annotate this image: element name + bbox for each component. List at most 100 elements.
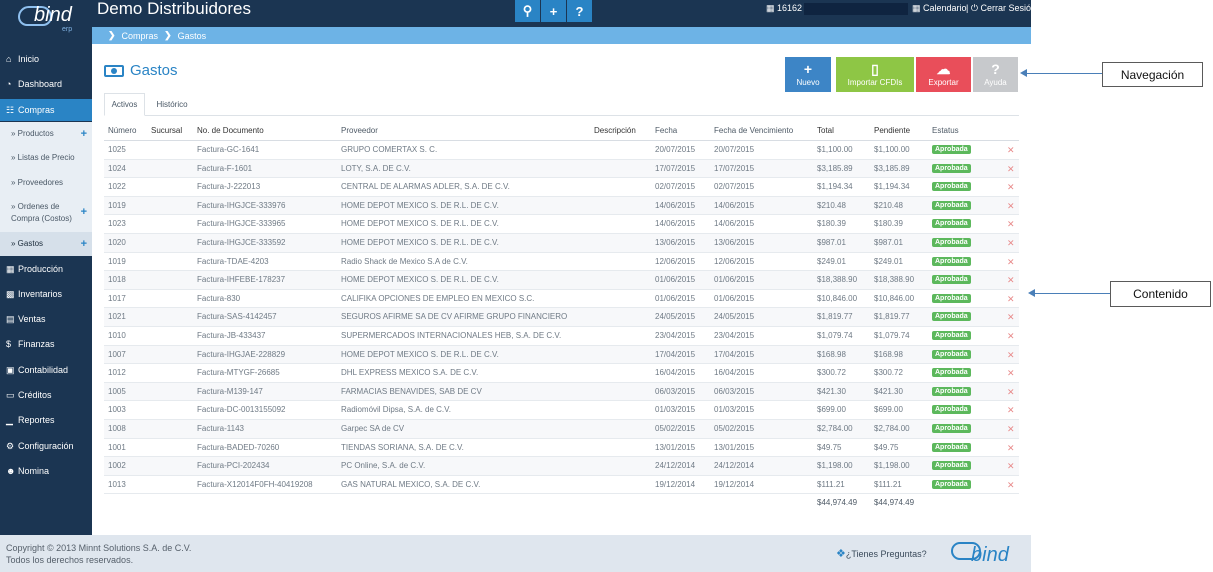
delete-icon[interactable]: ✕ <box>1007 182 1015 193</box>
delete-icon[interactable]: ✕ <box>1007 387 1015 398</box>
add-orden-icon[interactable]: + <box>81 206 87 218</box>
col-header-descripcion[interactable]: Descripción <box>594 126 636 135</box>
importar-cfdis-button[interactable]: ▯ Importar CFDIs <box>836 57 914 92</box>
breadcrumb-compras[interactable]: Compras <box>122 31 159 41</box>
tab-activos[interactable]: Activos <box>104 93 145 116</box>
delete-icon[interactable]: ✕ <box>1007 405 1015 416</box>
help-button[interactable]: ? <box>567 0 593 22</box>
col-header-numero[interactable]: Número <box>108 126 136 135</box>
sidebar-subitem-productos[interactable]: » Productos + <box>0 122 92 146</box>
nuevo-button[interactable]: + Nuevo <box>785 57 831 92</box>
table-row[interactable]: 1018 Factura-IHFEBE-178237 HOME DEPOT MEXI… <box>104 271 1019 290</box>
table-row[interactable]: 1007 Factura-IHGJAE-228829 HOME DEPOT MEXI… <box>104 345 1019 365</box>
sidebar-item-ventas[interactable]: ▤ Ventas <box>0 310 92 328</box>
delete-icon[interactable]: ✕ <box>1007 424 1015 435</box>
delete-icon[interactable]: ✕ <box>1007 480 1015 491</box>
delete-icon[interactable]: ✕ <box>1007 164 1015 175</box>
sidebar-item-contabilidad[interactable]: ▣ Contabilidad <box>0 361 92 379</box>
col-header-proveedor[interactable]: Proveedor <box>341 126 378 135</box>
delete-icon[interactable]: ✕ <box>1007 461 1015 472</box>
logout-link[interactable]: | ⏻ Cerrar Sesión <box>966 3 1036 14</box>
sidebar-subitem-proveedores[interactable]: » Proveedores <box>0 170 92 195</box>
delete-icon[interactable]: ✕ <box>1007 145 1015 156</box>
add-productos-icon[interactable]: + <box>81 122 87 146</box>
brand-logo[interactable]: bind erp <box>0 0 92 38</box>
cell-proveedor: HOME DEPOT MEXICO S. DE R.L. DE C.V. <box>341 219 499 229</box>
delete-icon[interactable]: ✕ <box>1007 219 1015 230</box>
table-row[interactable]: 1022 Factura-J-222013 CENTRAL DE ALARMAS A… <box>104 178 1019 197</box>
col-header-vencimiento[interactable]: Fecha de Vencimiento <box>714 126 793 135</box>
delete-icon[interactable]: ✕ <box>1007 257 1015 268</box>
add-gasto-icon[interactable]: + <box>81 232 87 256</box>
top-search-input[interactable] <box>804 3 908 15</box>
sidebar-item-inicio[interactable]: ⌂ Inicio <box>0 50 92 68</box>
sidebar-item-configuracion[interactable]: ⚙ Configuración <box>0 437 92 455</box>
cell-documento: Factura-F-1601 <box>197 163 253 173</box>
table-row[interactable]: 1012 Factura-MTYGF-26685 DHL EXPRESS MEXIC… <box>104 364 1019 383</box>
table-row[interactable]: 1001 Factura-BADED-70260 TIENDAS SORIANA, … <box>104 439 1019 458</box>
search-button[interactable]: ⚲ <box>515 0 541 22</box>
table-row[interactable]: 1020 Factura-IHGJCE-333592 HOME DEPOT MEXI… <box>104 233 1019 253</box>
cell-pendiente: $10,846.00 <box>874 293 915 303</box>
table-row[interactable]: 1003 Factura-DC-0013155092 Radiomóvil Dips… <box>104 401 1019 420</box>
cell-total: $1,194.34 <box>817 182 853 192</box>
cell-fecha: 05/02/2015 <box>655 423 696 433</box>
delete-icon[interactable]: ✕ <box>1007 331 1015 342</box>
tab-historico[interactable]: Histórico <box>147 93 197 116</box>
table-row[interactable]: 1010 Factura-JB-433437 SUPERMERCADOS INTER… <box>104 327 1019 346</box>
dashboard-icon: ◔ <box>6 79 12 89</box>
cell-fecha: 16/04/2015 <box>655 368 696 378</box>
cell-documento: Factura-SAS-4142457 <box>197 312 277 322</box>
status-cell: Aprobada <box>932 256 971 266</box>
delete-icon[interactable]: ✕ <box>1007 312 1015 323</box>
table-row[interactable]: 1025 Factura-GC-1641 GRUPO COMERTAX S. C. 2… <box>104 141 1019 160</box>
sidebar-item-nomina[interactable]: ☻ Nomina <box>0 462 92 480</box>
table-row[interactable]: 1017 Factura-830 CALIFIKA OPCIONES DE EMPL… <box>104 290 1019 309</box>
ayuda-button[interactable]: ? Ayuda <box>973 57 1018 92</box>
delete-icon[interactable]: ✕ <box>1007 238 1015 249</box>
cell-vencimiento: 12/06/2015 <box>714 256 755 266</box>
sidebar-item-produccion[interactable]: ▦ Producción <box>0 260 92 278</box>
table-row[interactable]: 1013 Factura-X12014F0FH-40419208 GAS NATUR… <box>104 476 1019 495</box>
delete-icon[interactable]: ✕ <box>1007 294 1015 305</box>
delete-icon[interactable]: ✕ <box>1007 443 1015 454</box>
col-header-sucursal[interactable]: Sucursal <box>151 126 182 135</box>
tienes-preguntas-link[interactable]: ❖¿Tienes Preguntas? <box>836 547 927 560</box>
col-header-estatus[interactable]: Estatus <box>932 126 959 135</box>
sidebar-item-inventarios[interactable]: ▩ Inventarios <box>0 285 92 303</box>
add-button[interactable]: + <box>541 0 567 22</box>
col-header-fecha[interactable]: Fecha <box>655 126 677 135</box>
sidebar-subitem-listas-precio[interactable]: » Listas de Precio <box>0 146 92 170</box>
table-row[interactable]: 1002 Factura-PCI-202434 PC Online, S.A. de… <box>104 457 1019 476</box>
sidebar-item-reportes[interactable]: ▁ Reportes <box>0 411 92 429</box>
cell-vencimiento: 06/03/2015 <box>714 386 755 396</box>
cell-fecha: 24/12/2014 <box>655 461 696 471</box>
col-header-pendiente[interactable]: Pendiente <box>874 126 910 135</box>
table-row[interactable]: 1008 Factura-1143 Garpec SA de CV 05/02/201… <box>104 419 1019 439</box>
sidebar-item-dashboard[interactable]: ◔ Dashboard <box>0 75 92 93</box>
sidebar-item-creditos[interactable]: ▭ Créditos <box>0 386 92 404</box>
sidebar-subitem-gastos[interactable]: » Gastos + <box>0 232 92 256</box>
table-row[interactable]: 1005 Factura-M139-147 FARMACIAS BENAVIDES,… <box>104 382 1019 402</box>
table-row[interactable]: 1019 Factura-IHGJCE-333976 HOME DEPOT MEXI… <box>104 196 1019 216</box>
table-row[interactable]: 1023 Factura-IHGJCE-333965 HOME DEPOT MEXI… <box>104 215 1019 234</box>
sidebar-item-compras[interactable]: ☷ Compras <box>0 99 92 121</box>
table-row[interactable]: 1019 Factura-TDAE-4203 Radio Shack de Mexi… <box>104 253 1019 272</box>
sidebar-item-finanzas[interactable]: $ Finanzas <box>0 335 92 353</box>
cell-numero: 1024 <box>108 163 126 173</box>
delete-icon[interactable]: ✕ <box>1007 350 1015 361</box>
delete-icon[interactable]: ✕ <box>1007 201 1015 212</box>
col-header-documento[interactable]: No. de Documento <box>197 126 264 135</box>
rights-text: Todos los derechos reservados. <box>6 555 134 565</box>
delete-icon[interactable]: ✕ <box>1007 275 1015 286</box>
cell-proveedor: CENTRAL DE ALARMAS ADLER, S.A. DE C.V. <box>341 182 510 192</box>
exportar-button[interactable]: ☁ Exportar <box>916 57 971 92</box>
col-header-total[interactable]: Total <box>817 126 834 135</box>
delete-icon[interactable]: ✕ <box>1007 368 1015 379</box>
breadcrumb-gastos[interactable]: Gastos <box>178 31 207 41</box>
cell-documento: Factura-IHGJCE-333965 <box>197 219 286 229</box>
table-row[interactable]: 1024 Factura-F-1601 LOTY, S.A. DE C.V. 17/0… <box>104 159 1019 179</box>
calendario-link[interactable]: ▦ Calendario <box>912 3 967 14</box>
sidebar-subitem-ordenes-compra[interactable]: » Ordenes de Compra (Costos) + <box>0 195 92 232</box>
table-row[interactable]: 1021 Factura-SAS-4142457 SEGUROS AFIRME SA… <box>104 308 1019 327</box>
